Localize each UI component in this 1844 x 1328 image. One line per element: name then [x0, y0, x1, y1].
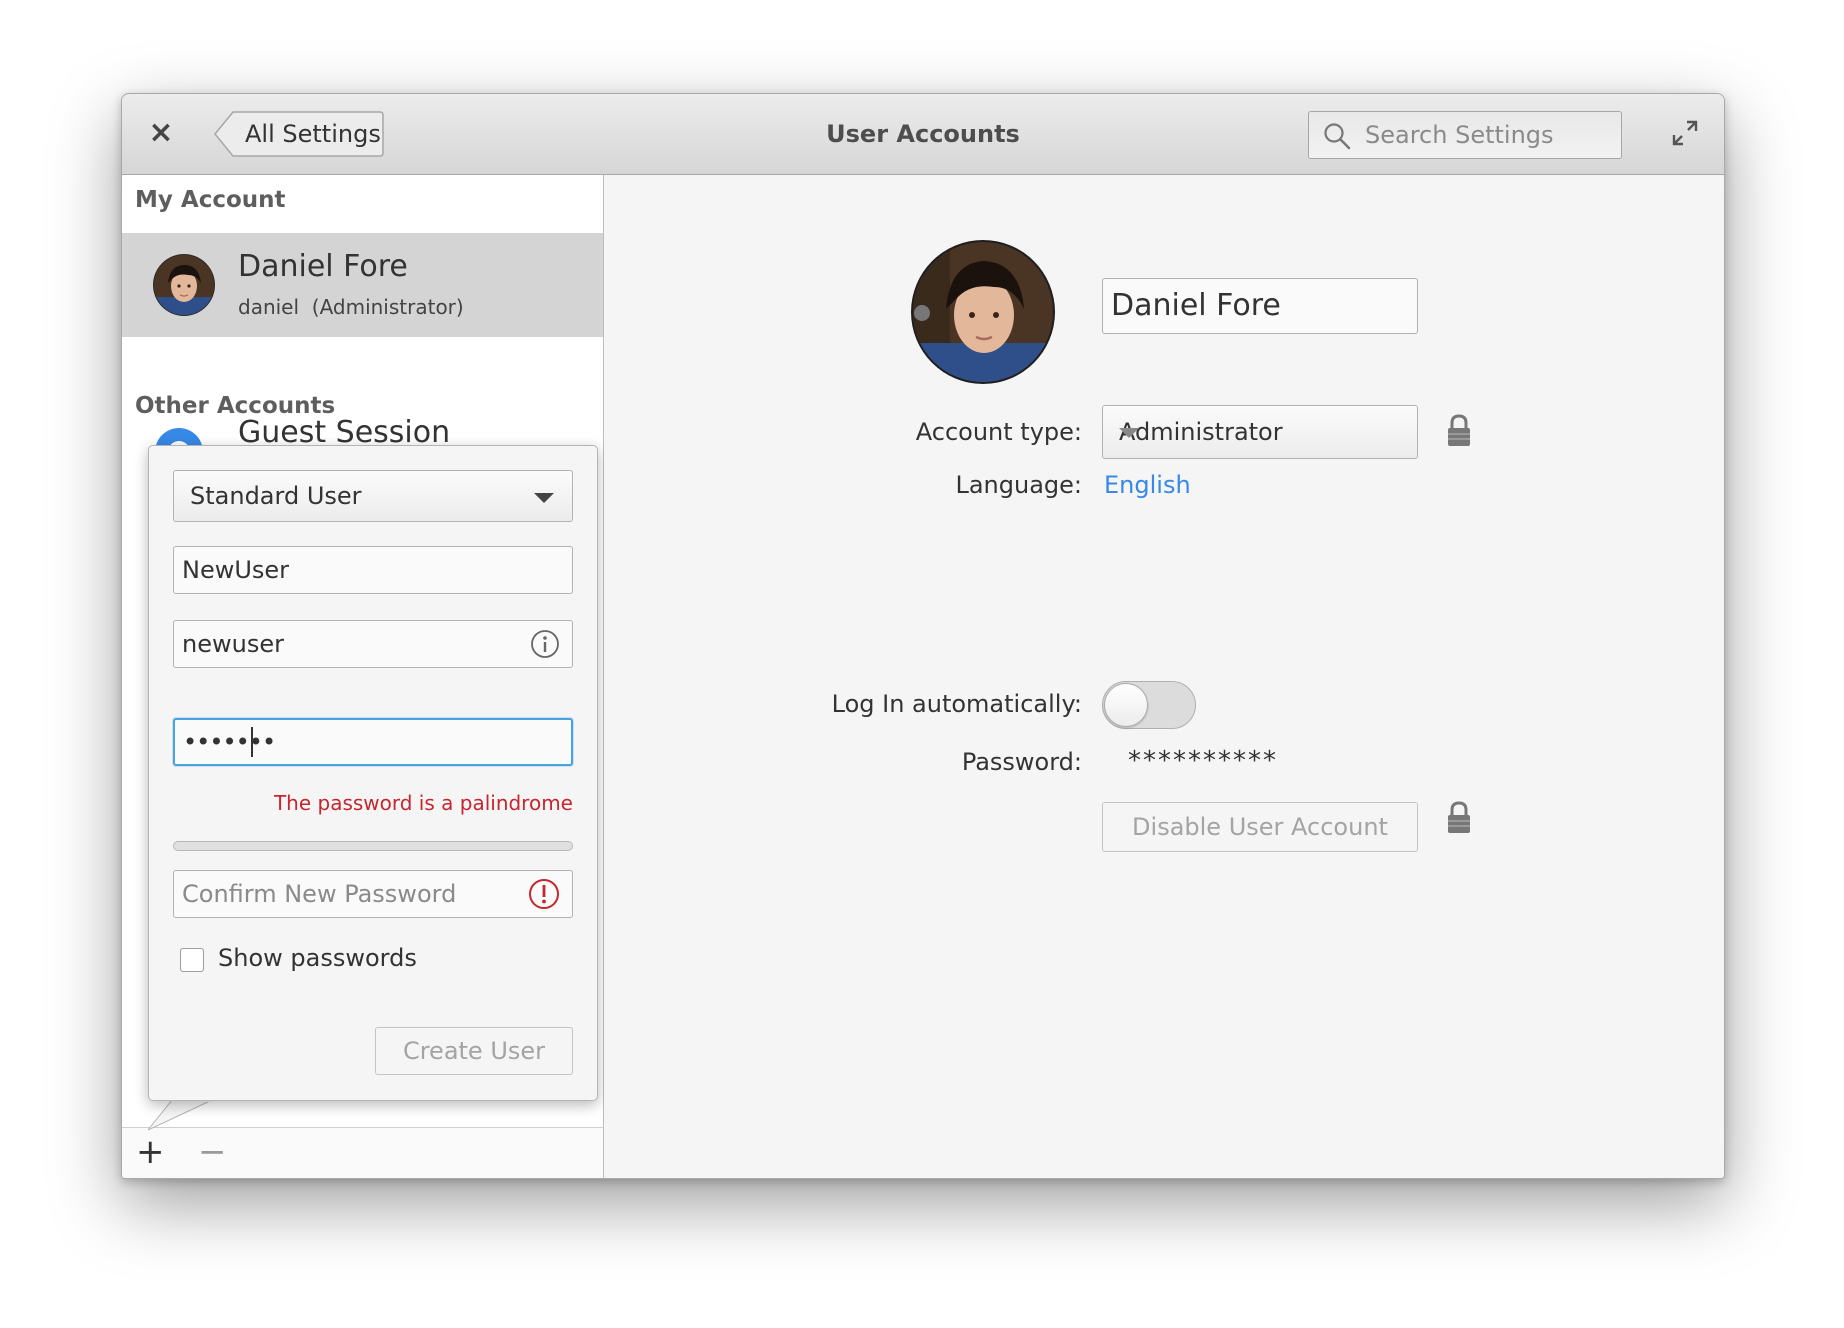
maximize-icon[interactable]	[1670, 118, 1700, 148]
chevron-down-icon	[534, 493, 554, 503]
password-value: •••••••	[183, 728, 276, 756]
password-strength-bar	[173, 841, 573, 851]
text-cursor	[251, 727, 253, 757]
language-label: Language:	[955, 471, 1082, 499]
account-type-value: Administrator	[1119, 418, 1283, 446]
settings-window: × All Settings User Accounts Search Sett…	[121, 93, 1725, 1179]
add-icon: +	[136, 1132, 165, 1172]
account-type-select[interactable]: Administrator	[1102, 405, 1418, 459]
search-input[interactable]: Search Settings	[1308, 111, 1622, 159]
remove-user-button[interactable]: −	[198, 1134, 227, 1170]
autologin-switch[interactable]	[1102, 681, 1196, 729]
confirm-password-input[interactable]: Confirm New Password	[173, 870, 573, 918]
create-user-button[interactable]: Create User	[375, 1027, 573, 1075]
user-details-pane: Daniel Fore Account type: Language: Log …	[604, 175, 1724, 1178]
search-icon	[1324, 123, 1351, 150]
chevron-down-icon	[1119, 428, 1139, 438]
form-labels: Account type: Language: Log In automatic…	[604, 175, 1082, 1178]
account-type-value: Standard User	[190, 482, 362, 510]
error-icon	[529, 879, 559, 909]
close-icon: ×	[148, 115, 174, 150]
lock-icon[interactable]	[1445, 413, 1473, 449]
all-settings-label: All Settings	[245, 120, 381, 148]
full-name-input[interactable]: NewUser	[173, 546, 573, 594]
password-input[interactable]: •••••••	[173, 718, 573, 766]
account-type-label: Account type:	[915, 418, 1082, 446]
lock-icon[interactable]	[1445, 800, 1473, 836]
confirm-password-placeholder: Confirm New Password	[182, 880, 457, 908]
username-value: newuser	[182, 630, 284, 658]
info-icon[interactable]	[530, 629, 560, 659]
new-user-popover: Standard User NewUser newuser ••••••• Th…	[148, 445, 598, 1101]
account-role: (Administrator)	[311, 295, 464, 319]
search-placeholder: Search Settings	[1365, 121, 1554, 149]
my-account-header: My Account	[135, 187, 286, 213]
language-link[interactable]: English	[1104, 471, 1191, 499]
account-username: daniel	[238, 295, 300, 319]
account-name: Daniel Fore	[238, 249, 408, 284]
full-name-value: NewUser	[182, 556, 290, 584]
headerbar: × All Settings User Accounts Search Sett…	[122, 94, 1724, 175]
account-subtitle: daniel (Administrator)	[238, 295, 464, 319]
full-name-value: Daniel Fore	[1111, 288, 1281, 323]
remove-icon: −	[198, 1132, 227, 1172]
username-input[interactable]: newuser	[173, 620, 573, 668]
avatar	[153, 254, 215, 316]
account-type-combo[interactable]: Standard User	[173, 470, 573, 522]
add-user-button[interactable]: +	[136, 1134, 165, 1170]
password-error-message: The password is a palindrome	[273, 791, 573, 815]
disable-account-button[interactable]: Disable User Account	[1102, 802, 1418, 852]
popover-tail	[148, 1100, 213, 1131]
close-button[interactable]: ×	[146, 118, 176, 148]
autologin-label: Log In automatically:	[831, 690, 1082, 718]
switch-knob	[1104, 683, 1148, 727]
show-passwords-label: Show passwords	[218, 944, 417, 972]
password-label: Password:	[961, 748, 1082, 776]
sidebar-item-my-account[interactable]: Daniel Fore daniel (Administrator)	[122, 233, 603, 337]
full-name-field[interactable]: Daniel Fore	[1102, 278, 1418, 334]
checkbox-box[interactable]	[180, 948, 204, 972]
password-value[interactable]: **********	[1128, 746, 1278, 776]
